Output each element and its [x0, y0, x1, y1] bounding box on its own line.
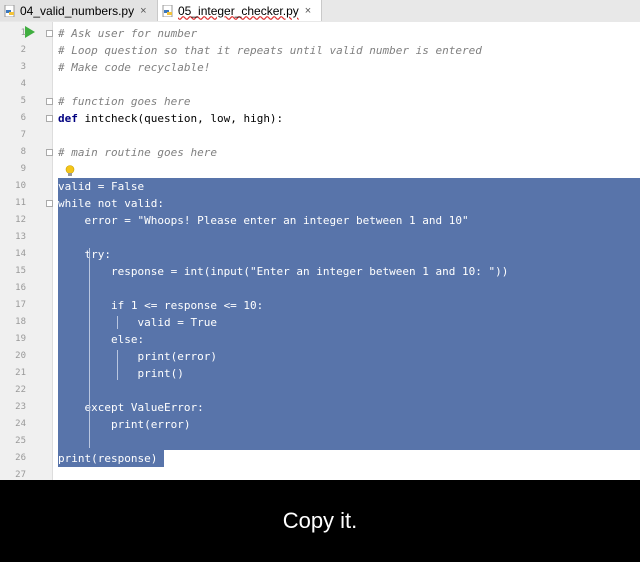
- code-token: # main routine goes here: [58, 146, 217, 159]
- code-line: print(response): [58, 450, 157, 467]
- caption-text: Copy it.: [282, 508, 358, 533]
- line-number: 18: [15, 317, 26, 327]
- tab-label: 05_integer_checker.py: [178, 3, 299, 18]
- code-token: # Ask user for number: [58, 27, 198, 40]
- line-number: 23: [15, 402, 26, 412]
- line-number: 10: [15, 181, 26, 191]
- line-number: 21: [15, 368, 26, 378]
- indent-guide: [117, 350, 118, 380]
- code-token: error = "Whoops! Please enter an integer…: [58, 214, 469, 227]
- code-line: error = "Whoops! Please enter an integer…: [58, 212, 469, 229]
- code-token: # Make code recyclable!: [58, 61, 211, 74]
- caption-bar: Copy it.: [0, 480, 640, 562]
- tab-label: 04_valid_numbers.py: [20, 3, 135, 18]
- line-number: 5: [20, 96, 26, 106]
- code-line: valid = False: [58, 178, 144, 195]
- line-number: 16: [15, 283, 26, 293]
- code-line: print(error): [58, 348, 217, 365]
- line-number: 19: [15, 334, 26, 344]
- code-line: print(error): [58, 416, 190, 433]
- code-token: valid = False: [58, 180, 145, 193]
- ide-window: 04_valid_numbers.py × 05_integer_checker…: [0, 0, 640, 562]
- code-line: def intcheck(question, low, high):: [58, 110, 283, 127]
- editor-tab-bar: 04_valid_numbers.py × 05_integer_checker…: [0, 0, 640, 23]
- fold-marker-icon[interactable]: [46, 115, 53, 122]
- code-token: while not valid:: [58, 197, 164, 210]
- code-token: else:: [58, 333, 145, 346]
- line-number: 27: [15, 470, 26, 480]
- line-number: 20: [15, 351, 26, 361]
- line-number: 15: [15, 266, 26, 276]
- code-token: try:: [58, 248, 111, 261]
- code-token: response = int(input("Enter an integer b…: [58, 265, 509, 278]
- code-token: print(): [58, 367, 184, 380]
- python-file-icon: [162, 4, 174, 17]
- line-number: 13: [15, 232, 26, 242]
- line-number: 17: [15, 300, 26, 310]
- fold-marker-icon[interactable]: [46, 200, 53, 207]
- code-token: # function goes here: [58, 95, 191, 108]
- code-line: except ValueError:: [58, 399, 204, 416]
- indent-guide: [117, 316, 118, 329]
- line-number: 11: [15, 198, 26, 208]
- line-number: 22: [15, 385, 26, 395]
- code-editor[interactable]: 1 2 3 4 5 6 7 8 9 10 11 12 13 14 15 16 17 18 19 20 21 22 23 24 2…: [0, 22, 640, 480]
- code-token: # Loop question so that it repeats until…: [58, 44, 482, 57]
- code-line: # Make code recyclable!: [58, 59, 210, 76]
- code-line: while not valid:: [58, 195, 164, 212]
- line-number: 12: [15, 215, 26, 225]
- line-number: 14: [15, 249, 26, 259]
- code-line: # function goes here: [58, 93, 190, 110]
- close-tab-icon[interactable]: ×: [140, 5, 146, 17]
- line-number: 26: [15, 453, 26, 463]
- line-number: 24: [15, 419, 26, 429]
- line-number: 7: [20, 130, 26, 140]
- code-token: print(response): [58, 452, 158, 465]
- code-token: valid = True: [58, 316, 217, 329]
- fold-marker-icon[interactable]: [46, 98, 53, 105]
- code-token: print(error): [58, 350, 217, 363]
- line-number: 6: [20, 113, 26, 123]
- code-token: def: [58, 112, 85, 125]
- python-file-icon: [4, 4, 16, 17]
- close-tab-icon[interactable]: ×: [305, 5, 311, 17]
- code-line: # Ask user for number: [58, 25, 197, 42]
- code-line: valid = True: [58, 314, 217, 331]
- code-line: else:: [58, 331, 144, 348]
- fold-marker-icon[interactable]: [46, 30, 53, 37]
- line-number: 9: [20, 164, 26, 174]
- line-number: 25: [15, 436, 26, 446]
- code-line: # main routine goes here: [58, 144, 217, 161]
- line-number: 4: [20, 79, 26, 89]
- tab-05-integer-checker[interactable]: 05_integer_checker.py ×: [158, 0, 322, 21]
- line-number: 8: [20, 147, 26, 157]
- run-icon[interactable]: [25, 26, 35, 38]
- line-number-gutter: 1 2 3 4 5 6 7 8 9 10 11 12 13 14 15 16 17 18 19 20 21 22 23 24 2…: [0, 22, 53, 480]
- tab-04-valid-numbers[interactable]: 04_valid_numbers.py ×: [0, 0, 158, 21]
- code-area[interactable]: # Ask user for number # Loop question so …: [58, 22, 640, 480]
- line-number: 2: [20, 45, 26, 55]
- code-line: response = int(input("Enter an integer b…: [58, 263, 508, 280]
- code-token: intcheck: [84, 112, 138, 125]
- code-line: # Loop question so that it repeats until…: [58, 42, 482, 59]
- line-number: 1: [20, 28, 26, 38]
- line-number: 3: [20, 62, 26, 72]
- code-token: print(error): [58, 418, 191, 431]
- code-token: (question, low, high):: [137, 112, 284, 125]
- code-token: except ValueError:: [58, 401, 204, 414]
- code-line: try:: [58, 246, 111, 263]
- indent-guide: [89, 418, 90, 431]
- code-line: print(): [58, 365, 184, 382]
- fold-marker-icon[interactable]: [46, 149, 53, 156]
